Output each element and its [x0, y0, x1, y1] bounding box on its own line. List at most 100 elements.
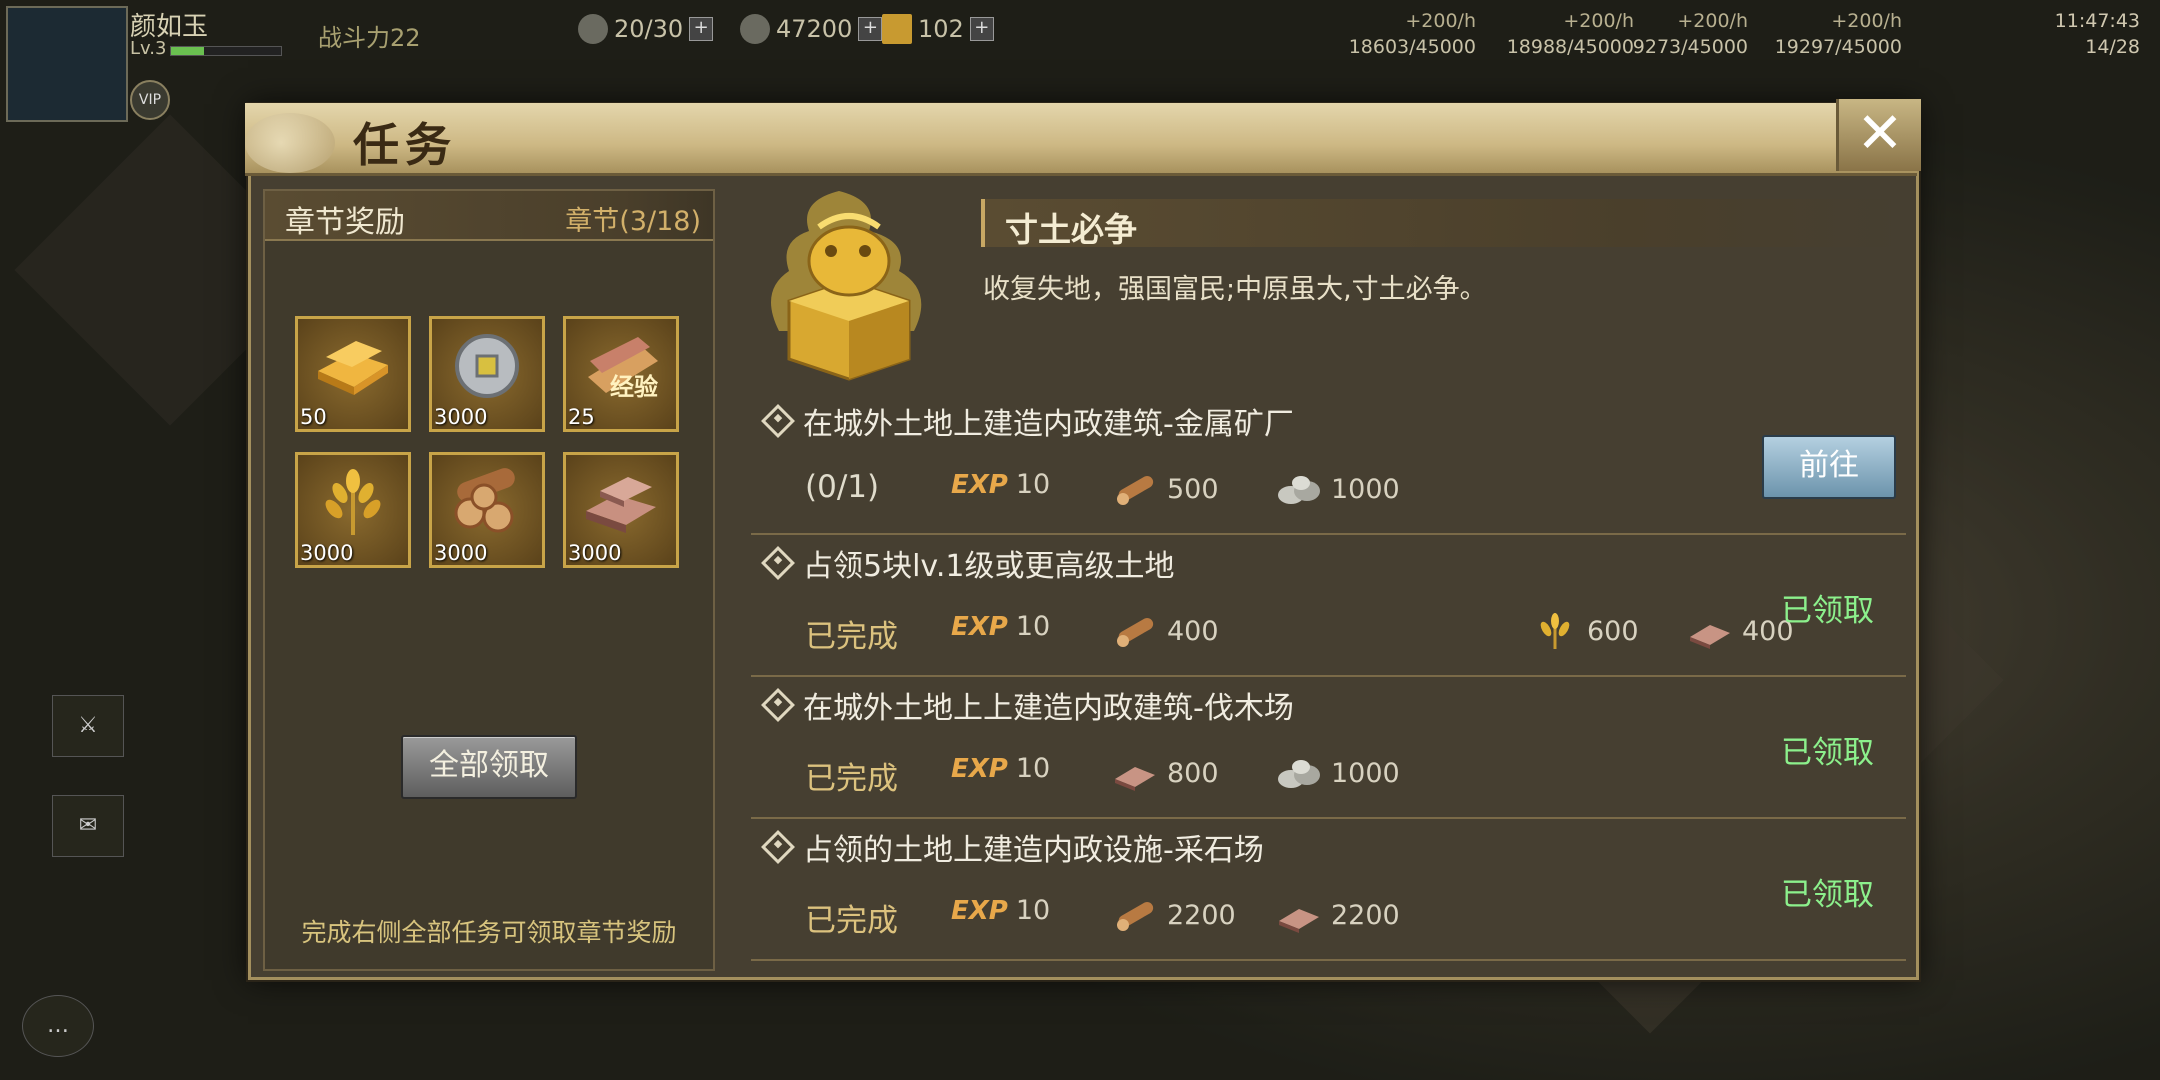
chapter-description: 收复失地，强国富民;中原虽大,寸土必争。: [983, 274, 1487, 305]
reward-coins[interactable]: 3000: [429, 316, 545, 432]
coin-add-button[interactable]: +: [858, 17, 883, 41]
reward-amount: 400: [1167, 615, 1219, 647]
exp-scroll-icon: 经验: [588, 337, 658, 401]
reward-amount: 800: [1167, 757, 1219, 789]
chapter-footer-hint: 完成右侧全部任务可领取章节奖励: [301, 918, 677, 947]
task-panel: 任务 ✕ 章节奖励 章节(3/18) 50 3000 经验 25 3000 30…: [245, 99, 1921, 980]
exp-amount: 10: [1015, 753, 1051, 784]
iron-total: 18988/45000: [1506, 36, 1634, 58]
task-row: 在城外土地上上建造内政建筑-伐木场 已完成 EXP 10 800 1000 已领…: [751, 677, 1906, 819]
iron-reward: 800: [1111, 753, 1219, 793]
reward-amount: 1000: [1331, 473, 1400, 505]
diamond-bullet-icon: [761, 404, 795, 438]
close-button[interactable]: ✕: [1836, 99, 1921, 171]
task-status: (0/1): [805, 469, 880, 505]
wood-total: 18603/45000: [1348, 36, 1476, 58]
reward-grain[interactable]: 3000: [295, 452, 411, 568]
exp-label: EXP: [951, 895, 1008, 926]
exp-amount: 10: [1015, 611, 1051, 642]
wood-reward: 400: [1111, 611, 1219, 651]
reward-amount: 3000: [568, 541, 622, 565]
player-level: Lv.3: [130, 38, 167, 59]
iron-icon: [1115, 767, 1155, 791]
chat-button[interactable]: …: [22, 995, 94, 1057]
troops-icon: [578, 14, 608, 44]
chapter-count: 章节(3/18): [565, 206, 701, 237]
power-value: 战斗力22: [318, 24, 421, 52]
grain-reward: 600: [1531, 611, 1639, 651]
mail-button[interactable]: ✉: [52, 795, 124, 857]
gold-value: 102: [918, 15, 964, 43]
wood-reward: 2200: [1111, 895, 1236, 935]
troops-value: 20/30: [614, 15, 684, 43]
exp-label: EXP: [951, 611, 1008, 642]
go-button[interactable]: 前往: [1762, 435, 1896, 499]
clock: 11:47:43 14/28: [2055, 8, 2140, 60]
reward-wood[interactable]: 3000: [429, 452, 545, 568]
task-status: 已完成: [805, 761, 898, 797]
wood-icon: [1117, 618, 1154, 647]
exp-reward: EXP 10: [951, 469, 1050, 500]
coin-icon: [455, 334, 519, 398]
diamond-bullet-icon: [761, 546, 795, 580]
task-row: 占领5块lv.1级或更高级土地 已完成 EXP 10 400 600 400 已…: [751, 535, 1906, 677]
panel-title-bar: 任务 ✕: [245, 99, 1921, 176]
wood-production: +200/h 18603/45000: [1336, 8, 1476, 60]
stone-reward: 1000: [1275, 469, 1400, 509]
reward-amount: 25: [568, 405, 595, 429]
wood-logs-icon: [454, 468, 515, 533]
iron-reward: 400: [1686, 611, 1794, 651]
task-name: 占领5块lv.1级或更高级土地: [803, 549, 1175, 584]
reward-amount: 2200: [1331, 899, 1400, 931]
gold-add-button[interactable]: +: [969, 17, 994, 41]
cloud-ornament-icon: [245, 113, 335, 173]
reward-amount: 500: [1167, 473, 1219, 505]
chapter-title-bar: 寸土必争: [981, 199, 1905, 249]
exp-amount: 10: [1015, 895, 1051, 926]
iron-production: +200/h 18988/45000: [1494, 8, 1634, 60]
svg-text:经验: 经验: [610, 373, 658, 401]
exp-label: EXP: [951, 753, 1008, 784]
exp-reward: EXP 10: [951, 895, 1050, 926]
gold-bars-icon: [318, 341, 388, 395]
golden-seal-icon: [771, 191, 922, 381]
reward-amount: 50: [300, 405, 327, 429]
stone-total: 9273/45000: [1632, 36, 1748, 58]
time-text: 11:47:43: [2054, 10, 2140, 32]
reward-gold-bars[interactable]: 50: [295, 316, 411, 432]
stone-production: +200/h 9273/45000: [1628, 8, 1748, 60]
reward-amount: 1000: [1331, 757, 1400, 789]
level-progress-bar: [170, 46, 282, 56]
diamond-bullet-icon: [761, 688, 795, 722]
chapter-reward-box: 章节奖励 章节(3/18) 50 3000 经验 25 3000 3000 30…: [263, 189, 715, 971]
stone-icon: [1278, 760, 1320, 788]
wood-icon: [1117, 476, 1154, 505]
exp-reward: EXP 10: [951, 753, 1050, 784]
panel-title: 任务: [353, 118, 457, 172]
stone-reward: 1000: [1275, 753, 1400, 793]
reward-exp[interactable]: 经验 25: [563, 316, 679, 432]
grain-rate: +200/h: [1831, 10, 1902, 32]
exp-label: EXP: [951, 469, 1008, 500]
task-row: 占领的土地上建造内政设施-采石场 已完成 EXP 10 2200 2200 已领…: [751, 819, 1906, 961]
task-name: 在城外土地上上建造内政建筑-伐木场: [803, 691, 1294, 726]
vip-badge[interactable]: VIP: [130, 80, 170, 120]
wheat-icon: [1540, 613, 1570, 649]
reward-iron[interactable]: 3000: [563, 452, 679, 568]
gold-resource: 102 +: [882, 14, 994, 44]
claimed-label: 已领取: [1781, 877, 1874, 913]
battle-button[interactable]: ⚔: [52, 695, 124, 757]
top-hud: 颜如玉 Lv.3 VIP 战斗力22 20/30 + 47200 + 102 +…: [0, 0, 2160, 122]
exp-amount: 10: [1015, 469, 1051, 500]
iron-icon: [1279, 909, 1319, 933]
avatar[interactable]: [6, 6, 128, 122]
stone-icon: [1278, 476, 1320, 504]
wood-icon: [1117, 902, 1154, 931]
claim-all-button[interactable]: 全部领取: [401, 735, 577, 799]
troops-add-button[interactable]: +: [689, 17, 714, 41]
reward-amount: 3000: [434, 405, 488, 429]
iron-rate: +200/h: [1563, 10, 1634, 32]
gold-icon: [882, 14, 912, 44]
chapter-title: 寸土必争: [1005, 210, 1137, 249]
diamond-bullet-icon: [761, 830, 795, 864]
